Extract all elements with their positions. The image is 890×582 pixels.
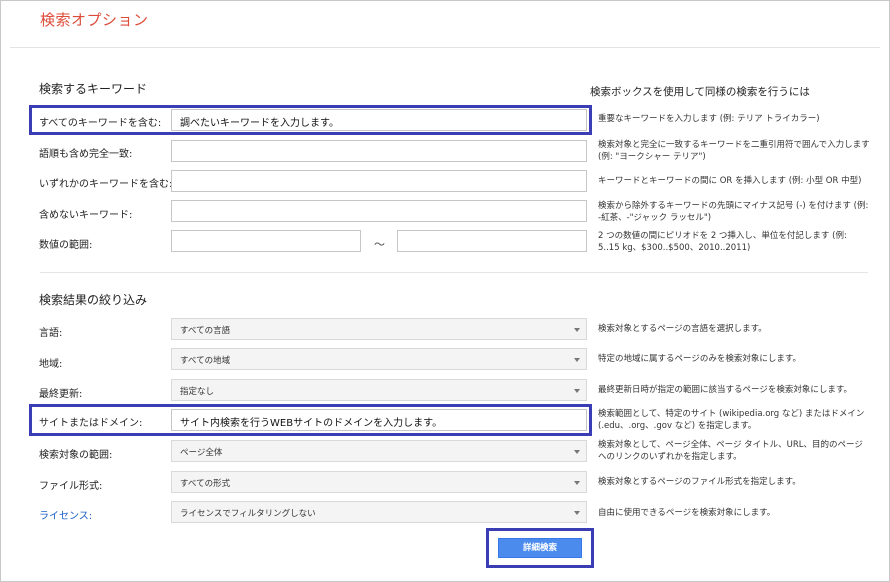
- exact-phrase-label: 語順も含め完全一致:: [39, 149, 133, 160]
- all-words-input[interactable]: 調べたいキーワードを入力します。: [171, 109, 587, 131]
- file-type-label: ファイル形式:: [39, 481, 103, 492]
- number-range-help: 2 つの数値の間にピリオドを 2 つ挿入し、単位を付記します (例: 5..15…: [598, 231, 847, 253]
- chevron-down-icon: [574, 450, 580, 454]
- all-words-label: すべてのキーワードを含む:: [39, 118, 162, 129]
- filters-heading: 検索結果の絞り込み: [39, 293, 148, 307]
- title-divider: [10, 47, 880, 48]
- license-help: 自由に使用できるページを検索対象にします。: [598, 508, 776, 518]
- region-label: 地域:: [39, 359, 63, 370]
- submit-highlight: 詳細検索: [486, 528, 594, 568]
- terms-scope-select[interactable]: ページ全体: [171, 440, 587, 462]
- any-words-help: キーワードとキーワードの間に OR を挿入します (例: 小型 OR 中型): [598, 176, 862, 186]
- number-range-from-input[interactable]: [171, 230, 361, 252]
- license-link[interactable]: ライセンス:: [39, 507, 92, 522]
- exact-phrase-help: 検索対象と完全に一致するキーワードを二重引用符で囲んで入力します (例: "ヨー…: [598, 140, 870, 162]
- any-words-input[interactable]: [171, 170, 587, 192]
- keywords-heading: 検索するキーワード: [39, 82, 148, 96]
- all-words-help: 重要なキーワードを入力します (例: テリア トライカラー): [598, 114, 820, 124]
- range-separator: ～: [374, 238, 385, 251]
- exclude-words-label: 含めないキーワード:: [39, 210, 133, 221]
- advanced-search-button[interactable]: 詳細検索: [498, 538, 582, 558]
- exact-phrase-input[interactable]: [171, 140, 587, 162]
- section-divider: [40, 272, 868, 273]
- help-heading: 検索ボックスを使用して同様の検索を行うには: [590, 86, 810, 98]
- language-label: 言語:: [39, 328, 63, 339]
- region-help: 特定の地域に属するページのみを検索対象にします。: [598, 354, 801, 364]
- file-type-select[interactable]: すべての形式: [171, 471, 587, 493]
- site-domain-value: サイト内検索を行うWEBサイトのドメインを入力します。: [180, 418, 443, 429]
- number-range-label: 数値の範囲:: [39, 240, 93, 251]
- chevron-down-icon: [574, 389, 580, 393]
- region-select[interactable]: すべての地域: [171, 348, 587, 370]
- terms-scope-label: 検索対象の範囲:: [39, 450, 113, 461]
- language-select[interactable]: すべての言語: [171, 318, 587, 340]
- any-words-label: いずれかのキーワードを含む:: [39, 179, 173, 190]
- site-domain-input[interactable]: サイト内検索を行うWEBサイトのドメインを入力します。: [171, 409, 587, 431]
- site-domain-help: 検索範囲として、特定のサイト (wikipedia.org など) またはドメイ…: [598, 409, 865, 431]
- last-update-label: 最終更新:: [39, 389, 83, 400]
- site-domain-label: サイトまたはドメイン:: [39, 418, 143, 429]
- last-update-select[interactable]: 指定なし: [171, 379, 587, 401]
- page-title: 検索オプション: [40, 11, 149, 29]
- all-words-value: 調べたいキーワードを入力します。: [180, 118, 339, 129]
- exclude-words-help: 検索から除外するキーワードの先頭にマイナス記号 (-) を付けます (例: -紅…: [598, 201, 869, 223]
- chevron-down-icon: [574, 481, 580, 485]
- chevron-down-icon: [574, 328, 580, 332]
- license-select[interactable]: ライセンスでフィルタリングしない: [171, 501, 587, 523]
- exclude-words-input[interactable]: [171, 200, 587, 222]
- terms-scope-help: 検索対象として、ページ全体、ページ タイトル、URL、目的のページへのリンクのい…: [598, 440, 863, 462]
- chevron-down-icon: [574, 358, 580, 362]
- language-help: 検索対象とするページの言語を選択します。: [598, 324, 767, 334]
- chevron-down-icon: [574, 511, 580, 515]
- last-update-help: 最終更新日時が指定の範囲に該当するページを検索対象にします。: [598, 385, 852, 395]
- file-type-help: 検索対象とするページのファイル形式を指定します。: [598, 477, 801, 487]
- number-range-to-input[interactable]: [397, 230, 587, 252]
